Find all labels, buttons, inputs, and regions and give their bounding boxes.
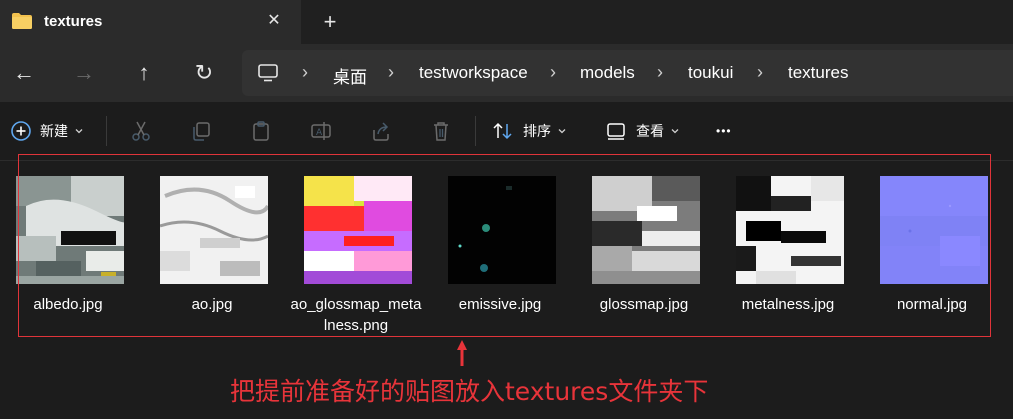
address-bar[interactable]: › 桌面 › testworkspace › models › toukui ›… xyxy=(242,50,1013,96)
paste-button[interactable] xyxy=(250,102,272,160)
chevron-down-icon xyxy=(671,129,679,134)
annotation-text: 把提前准备好的贴图放入textures文件夹下 xyxy=(230,377,709,406)
view-button-label: 查看 xyxy=(636,123,664,139)
rename-button[interactable]: A xyxy=(310,102,332,160)
breadcrumb-textures[interactable]: textures xyxy=(788,63,848,83)
close-tab-button[interactable]: ✕ xyxy=(264,11,284,31)
navigation-bar: ← → ↑ ↻ › 桌面 › testworkspace › models › … xyxy=(0,44,1013,102)
breadcrumb-testworkspace[interactable]: testworkspace xyxy=(419,63,528,83)
cut-button[interactable] xyxy=(130,102,152,160)
cut-icon xyxy=(132,121,150,141)
folder-icon xyxy=(12,13,32,29)
copy-button[interactable] xyxy=(190,102,212,160)
delete-button[interactable] xyxy=(430,102,452,160)
tab-textures[interactable]: textures ✕ xyxy=(0,0,301,44)
share-button[interactable] xyxy=(370,102,392,160)
breadcrumb-separator: › xyxy=(388,62,394,82)
copy-icon xyxy=(193,122,210,141)
toolbar-divider xyxy=(106,116,107,146)
sort-button[interactable]: 排序 xyxy=(492,102,567,160)
plus-circle-icon xyxy=(11,121,31,141)
sort-icon xyxy=(493,122,512,140)
new-button-label: 新建 xyxy=(40,123,68,139)
breadcrumb-separator: › xyxy=(657,62,663,82)
sort-button-label: 排序 xyxy=(523,123,551,139)
forward-button[interactable]: → xyxy=(71,60,97,86)
annotation-arrow-up-icon xyxy=(457,340,467,366)
command-toolbar: 新建 A 排序 查看 ••• xyxy=(0,102,1013,161)
back-button[interactable]: ← xyxy=(11,60,37,86)
new-tab-button[interactable]: + xyxy=(318,10,342,34)
tab-bar: textures ✕ + xyxy=(0,0,1013,44)
annotation-highlight-box xyxy=(18,154,991,337)
chevron-down-icon xyxy=(75,129,83,134)
breadcrumb-desktop[interactable]: 桌面 xyxy=(333,63,367,88)
view-button[interactable]: 查看 xyxy=(606,102,680,160)
toolbar-divider xyxy=(475,116,476,146)
monitor-icon xyxy=(258,64,278,82)
rename-icon: A xyxy=(311,122,331,140)
breadcrumb-separator: › xyxy=(757,62,763,82)
more-options-button[interactable]: ••• xyxy=(716,102,732,160)
view-icon xyxy=(607,123,625,140)
breadcrumb-toukui[interactable]: toukui xyxy=(688,63,733,83)
up-button[interactable]: ↑ xyxy=(131,60,157,86)
breadcrumb-separator: › xyxy=(550,62,556,82)
more-icon: ••• xyxy=(716,124,732,138)
paste-icon xyxy=(253,121,269,141)
chevron-down-icon xyxy=(558,129,566,134)
delete-icon xyxy=(434,122,448,141)
breadcrumb-separator: › xyxy=(302,62,308,82)
svg-text:A: A xyxy=(316,128,323,138)
refresh-button[interactable]: ↻ xyxy=(191,60,217,86)
new-button[interactable]: 新建 xyxy=(10,102,84,160)
breadcrumb-models[interactable]: models xyxy=(580,63,635,83)
share-icon xyxy=(373,122,389,141)
tab-label: textures xyxy=(44,13,103,30)
